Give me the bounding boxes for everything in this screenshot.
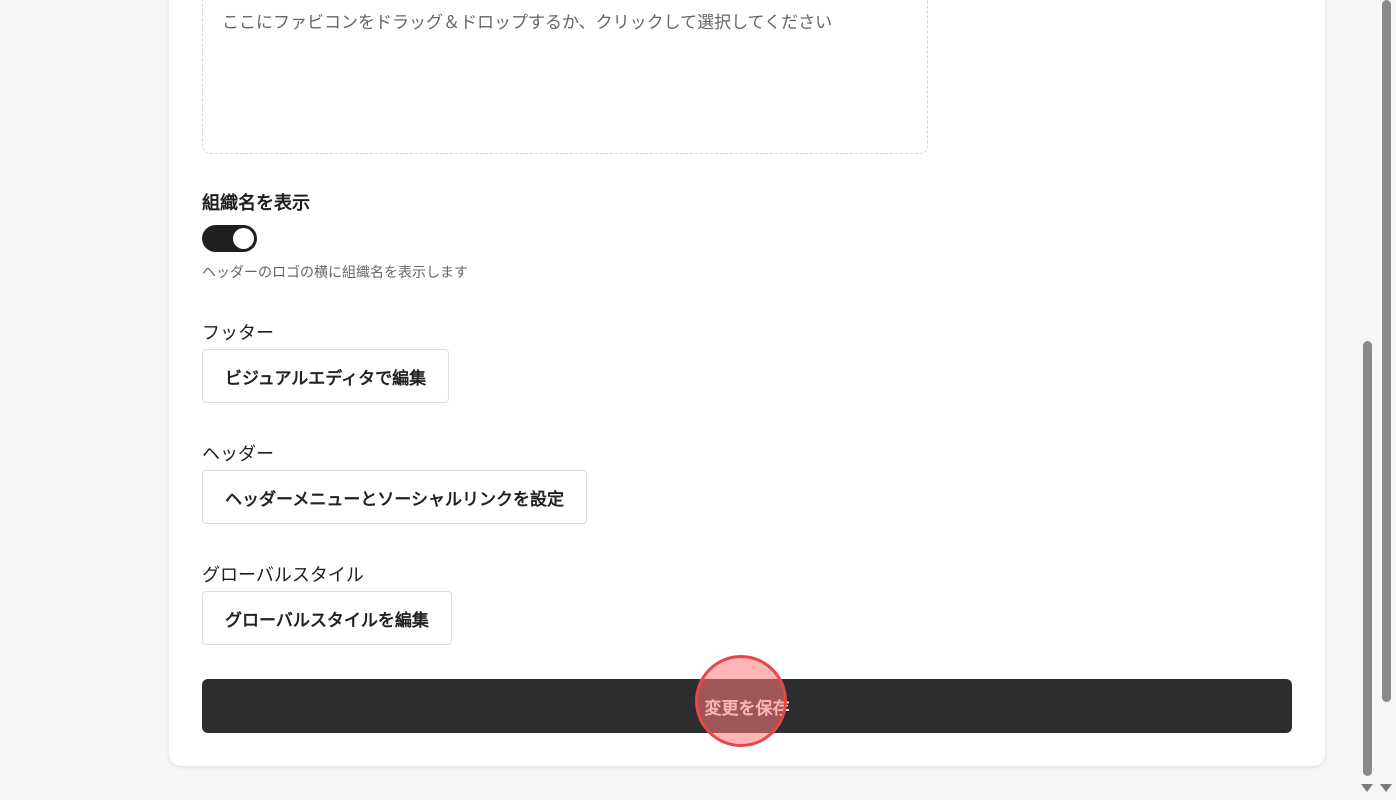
dropzone-hint: ここにファビコンをドラッグ＆ドロップするか、クリックして選択してください bbox=[222, 13, 833, 33]
header-label: ヘッダー bbox=[202, 444, 274, 465]
global-style-label: グローバルスタイル bbox=[202, 565, 364, 586]
edit-global-style-button[interactable]: グローバルスタイルを編集 bbox=[202, 591, 452, 645]
save-changes-button[interactable]: 変更を保存 bbox=[202, 679, 1292, 733]
org-name-toggle[interactable] bbox=[202, 225, 257, 252]
scroll-down-arrow-icon[interactable] bbox=[1361, 784, 1373, 792]
footer-label: フッター bbox=[202, 323, 274, 344]
org-name-label: 組織名を表示 bbox=[202, 193, 310, 214]
edit-footer-button[interactable]: ビジュアルエディタで編集 bbox=[202, 349, 450, 403]
configure-header-button[interactable]: ヘッダーメニューとソーシャルリンクを設定 bbox=[202, 470, 587, 524]
org-name-help: ヘッダーのロゴの横に組織名を表示します bbox=[202, 265, 468, 281]
inner-scrollbar-thumb[interactable] bbox=[1363, 341, 1372, 776]
page-scroll-down-arrow-icon[interactable] bbox=[1380, 784, 1392, 792]
toggle-knob bbox=[233, 228, 254, 249]
page-scrollbar-thumb[interactable] bbox=[1382, 0, 1391, 702]
